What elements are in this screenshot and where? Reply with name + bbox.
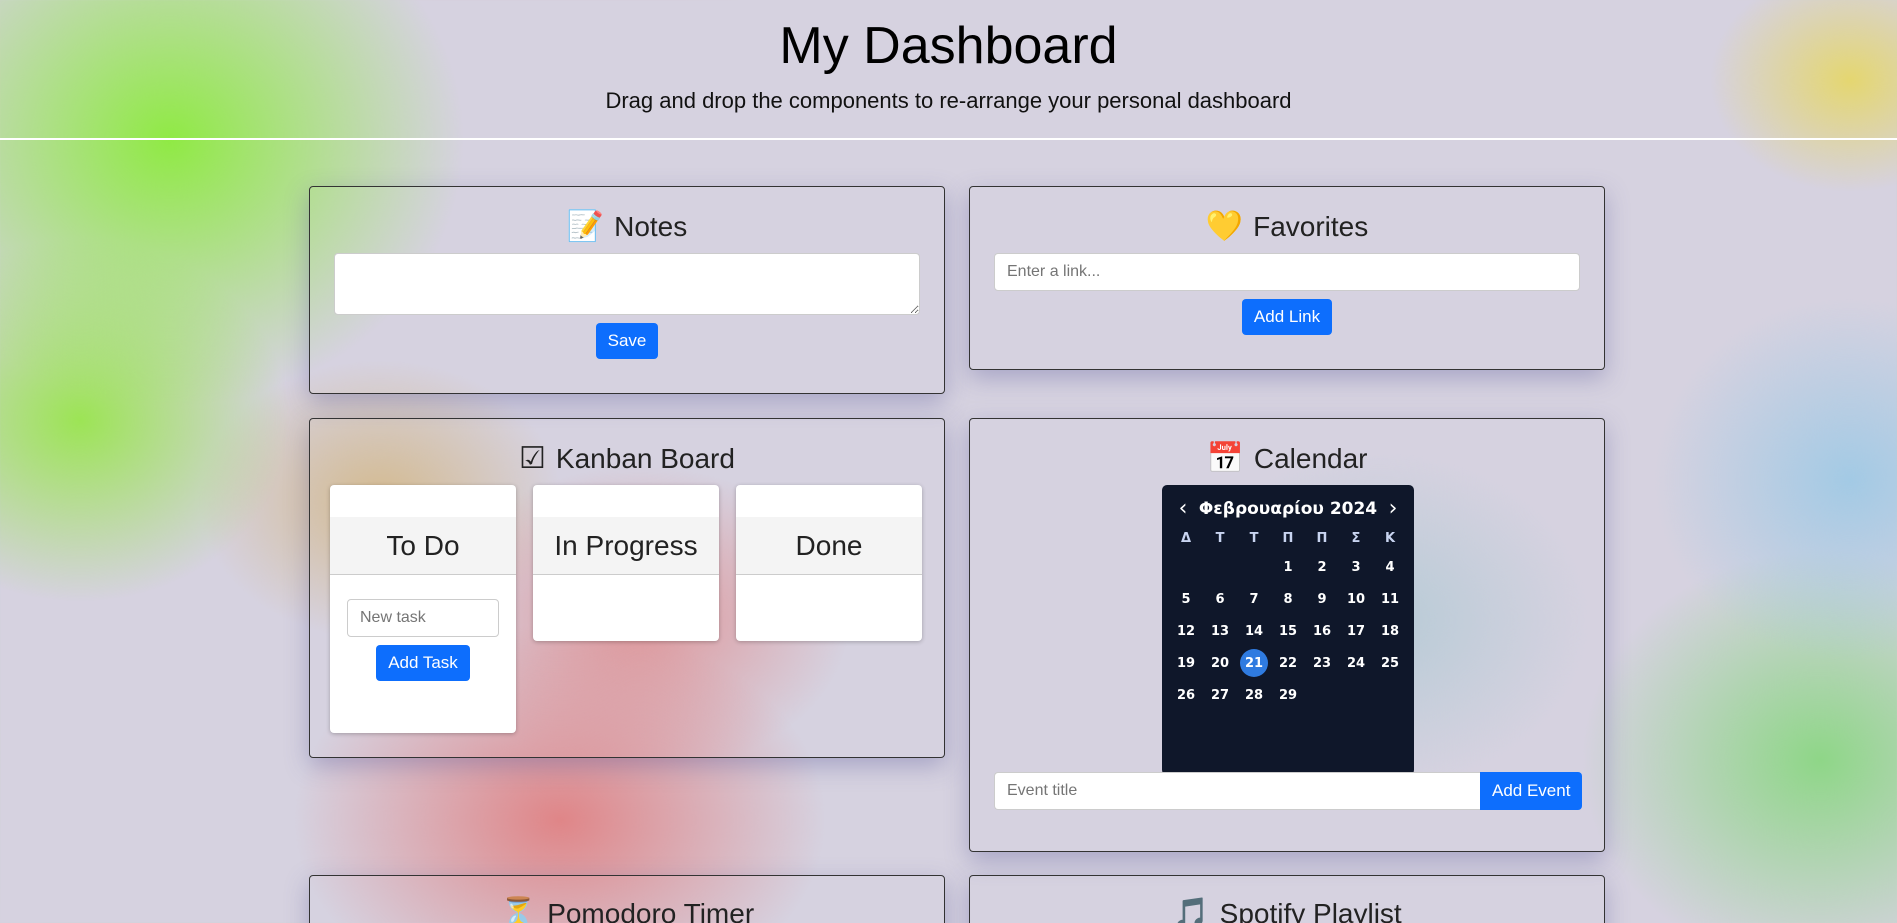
calendar-day[interactable]: 25 [1373, 647, 1407, 679]
add-link-button[interactable]: Add Link [1241, 299, 1333, 335]
pomodoro-card[interactable]: ⏳ Pomodoro Timer [309, 875, 945, 923]
notes-title-label: Notes [614, 211, 688, 242]
calendar-grid: Δ Τ Τ Π Π Σ Κ 1 2 3 4 5 6 7 8 9 10 11 12 13 14 15 16 17 18 19 20 21… [1162, 521, 1414, 711]
calendar-icon: 📅 [1206, 442, 1244, 475]
kanban-column-in-progress[interactable]: In Progress [533, 485, 719, 641]
calendar-weekday: Δ [1180, 530, 1192, 546]
kanban-column-done[interactable]: Done [736, 485, 922, 641]
spotify-title: 🎵 Spotify Playlist [970, 898, 1604, 923]
calendar-title-label: Calendar [1253, 443, 1368, 474]
pomodoro-title: ⏳ Pomodoro Timer [310, 898, 944, 923]
calendar-day[interactable]: 5 [1169, 583, 1203, 615]
kanban-column-title: To Do [330, 517, 516, 575]
event-title-input[interactable] [994, 772, 1480, 810]
calendar-weekday: Σ [1351, 530, 1361, 546]
calendar-month-label: Φεβρουαρίου 2024 [1198, 499, 1378, 519]
calendar-day[interactable]: 20 [1203, 647, 1237, 679]
hourglass-icon: ⏳ [499, 897, 538, 923]
favorites-title: 💛 Favorites [970, 211, 1604, 243]
new-task-input[interactable] [347, 599, 499, 637]
calendar-day[interactable]: 2 [1305, 551, 1339, 583]
memo-icon: 📝 [566, 210, 605, 243]
calendar-day[interactable]: 11 [1373, 583, 1407, 615]
calendar-card[interactable]: 📅 Calendar ‹ Φεβρουαρίου 2024 › Δ Τ Τ Π Π Σ Κ 1… [969, 418, 1605, 852]
calendar-weekday: Π [1282, 530, 1294, 546]
add-task-button[interactable]: Add Task [376, 645, 470, 681]
calendar-day[interactable]: 18 [1373, 615, 1407, 647]
heart-icon: 💛 [1205, 210, 1244, 243]
calendar-day[interactable]: 6 [1203, 583, 1237, 615]
spotify-card[interactable]: 🎵 Spotify Playlist [969, 875, 1605, 923]
calendar-day[interactable]: 29 [1271, 679, 1305, 711]
calendar-day[interactable]: 12 [1169, 615, 1203, 647]
calendar-weekday: Π [1316, 530, 1328, 546]
favorites-link-input[interactable] [994, 253, 1580, 291]
calendar-day[interactable]: 23 [1305, 647, 1339, 679]
calendar-day[interactable]: 1 [1271, 551, 1305, 583]
calendar-day[interactable]: 7 [1237, 583, 1271, 615]
event-form: Add Event [994, 772, 1583, 810]
calendar-day[interactable]: 22 [1271, 647, 1305, 679]
calendar-day[interactable]: 13 [1203, 615, 1237, 647]
page-title: My Dashboard [779, 17, 1118, 75]
calendar-blank [1169, 551, 1203, 583]
calendar-weekday: Κ [1384, 530, 1396, 546]
page-subtitle: Drag and drop the components to re-arran… [605, 88, 1292, 113]
calendar-day[interactable]: 16 [1305, 615, 1339, 647]
kanban-title: ☑ Kanban Board [310, 443, 944, 475]
calendar-day[interactable]: 4 [1373, 551, 1407, 583]
calendar-weekday: Τ [1249, 530, 1259, 546]
calendar-title: 📅 Calendar [970, 443, 1604, 475]
calendar-day[interactable]: 9 [1305, 583, 1339, 615]
checkbox-icon: ☑ [519, 442, 546, 475]
calendar-day[interactable]: 17 [1339, 615, 1373, 647]
calendar-day[interactable]: 24 [1339, 647, 1373, 679]
spotify-title-label: Spotify Playlist [1219, 898, 1402, 923]
notes-save-button[interactable]: Save [595, 323, 659, 359]
calendar-day[interactable]: 27 [1203, 679, 1237, 711]
calendar-day[interactable]: 8 [1271, 583, 1305, 615]
chevron-right-icon[interactable]: › [1384, 498, 1402, 520]
music-note-icon: 🎵 [1172, 897, 1210, 923]
kanban-card[interactable]: ☑ Kanban Board To Do Add Task In Progres… [309, 418, 945, 758]
calendar-day[interactable]: 3 [1339, 551, 1373, 583]
calendar-day[interactable]: 26 [1169, 679, 1203, 711]
page-header: My Dashboard Drag and drop the component… [0, 0, 1897, 140]
chevron-left-icon[interactable]: ‹ [1174, 498, 1192, 520]
favorites-title-label: Favorites [1253, 211, 1369, 242]
kanban-column-title: Done [736, 517, 922, 575]
notes-title: 📝 Notes [310, 211, 944, 243]
calendar-header: ‹ Φεβρουαρίου 2024 › [1162, 485, 1414, 521]
calendar-day-today[interactable]: 21 [1237, 647, 1271, 679]
calendar-day[interactable]: 28 [1237, 679, 1271, 711]
calendar-blank [1237, 551, 1271, 583]
calendar-day[interactable]: 19 [1169, 647, 1203, 679]
notes-card[interactable]: 📝 Notes Save [309, 186, 945, 394]
pomodoro-title-label: Pomodoro Timer [547, 898, 755, 923]
favorites-card[interactable]: 💛 Favorites Add Link [969, 186, 1605, 370]
calendar-blank [1203, 551, 1237, 583]
calendar-weekday: Τ [1215, 530, 1225, 546]
kanban-column-todo[interactable]: To Do Add Task [330, 485, 516, 733]
calendar-day[interactable]: 15 [1271, 615, 1305, 647]
add-event-button[interactable]: Add Event [1480, 772, 1583, 810]
kanban-column-title: In Progress [533, 517, 719, 575]
notes-textarea[interactable] [334, 253, 920, 315]
calendar-widget[interactable]: ‹ Φεβρουαρίου 2024 › Δ Τ Τ Π Π Σ Κ 1 2 3 4 5 6 7 8 9 10 1… [1162, 485, 1414, 775]
kanban-title-label: Kanban Board [555, 443, 735, 474]
calendar-day[interactable]: 10 [1339, 583, 1373, 615]
calendar-day[interactable]: 14 [1237, 615, 1271, 647]
